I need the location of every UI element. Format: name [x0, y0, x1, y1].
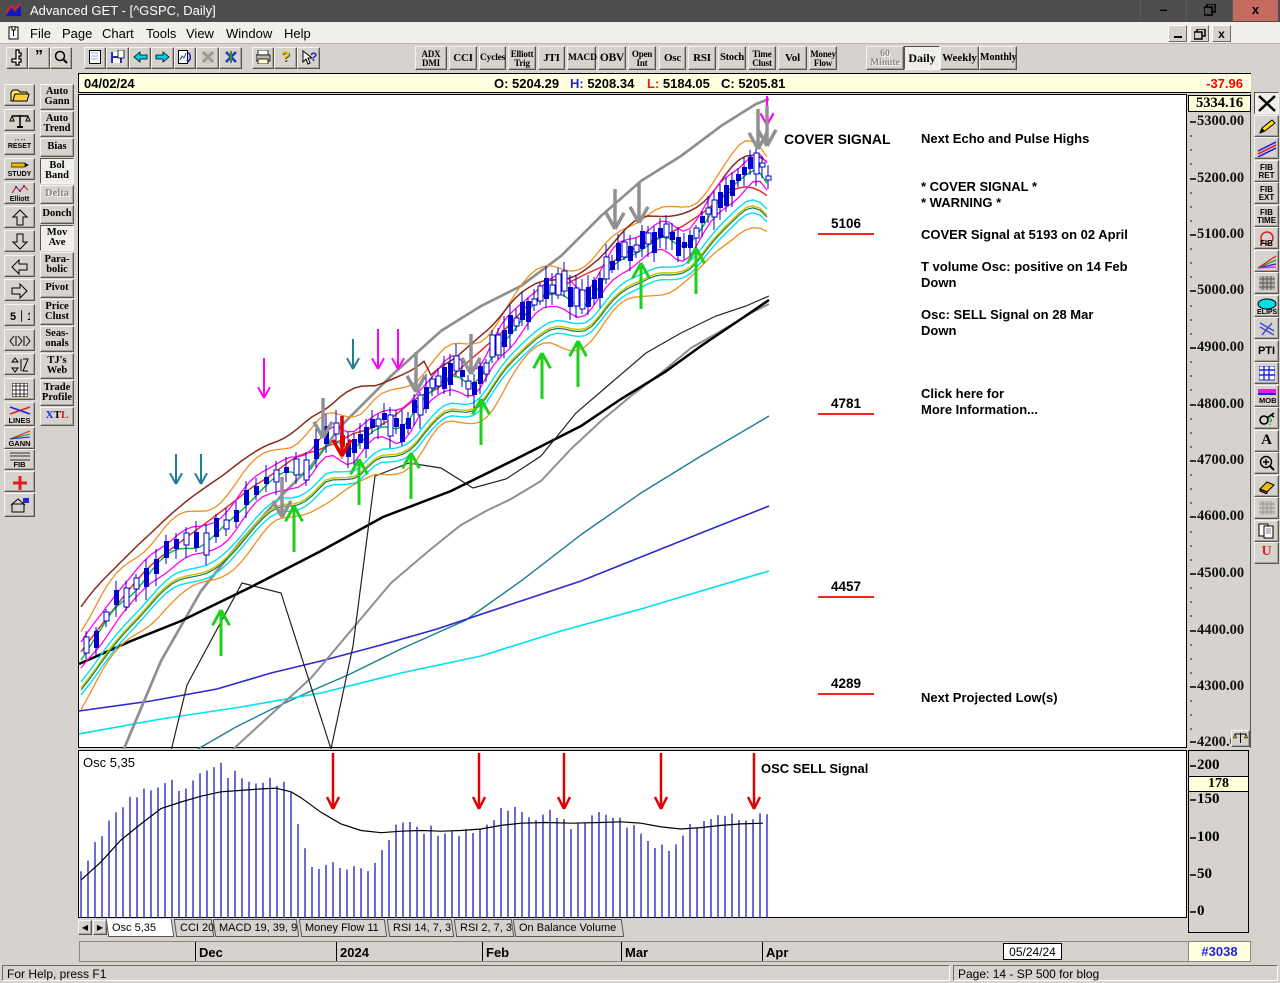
svg-text:MOB: MOB: [1259, 396, 1276, 404]
svg-text:4781: 4781: [831, 396, 862, 411]
svg-text:FIB: FIB: [1260, 239, 1273, 248]
svg-text:Next Projected Low(s): Next Projected Low(s): [921, 690, 1058, 705]
svg-text:Osc: SELL Signal on 28 Mar: Osc: SELL Signal on 28 Mar: [921, 307, 1093, 322]
svg-text:* COVER SIGNAL *: * COVER SIGNAL *: [921, 179, 1038, 194]
svg-text:T volume Osc: positive on 14 F: T volume Osc: positive on 14 Feb: [921, 259, 1128, 274]
svg-text:4289: 4289: [831, 676, 861, 691]
svg-text:* WARNING *: * WARNING *: [921, 195, 1002, 210]
svg-text:Next Echo and Pulse Highs: Next Echo and Pulse Highs: [921, 131, 1089, 146]
svg-text:More Information...: More Information...: [921, 402, 1038, 417]
svg-text:5106: 5106: [831, 216, 862, 231]
svg-text:Click here for: Click here for: [921, 386, 1004, 401]
svg-text:Osc 5,35: Osc 5,35: [83, 755, 135, 770]
svg-text:?: ?: [310, 50, 317, 64]
svg-text:5｜1: 5｜1: [10, 309, 30, 323]
svg-text:COVER SIGNAL: COVER SIGNAL: [784, 131, 891, 147]
svg-text:COVER Signal at 5193 on 02 Apr: COVER Signal at 5193 on 02 April: [921, 227, 1128, 242]
svg-text:OSC SELL Signal: OSC SELL Signal: [761, 761, 868, 776]
svg-text:Down: Down: [921, 323, 956, 338]
svg-text:ELIPS: ELIPS: [1257, 309, 1278, 315]
svg-text:?: ?: [1268, 417, 1273, 426]
svg-text:4457: 4457: [831, 579, 861, 594]
svg-text:Down: Down: [921, 275, 956, 290]
